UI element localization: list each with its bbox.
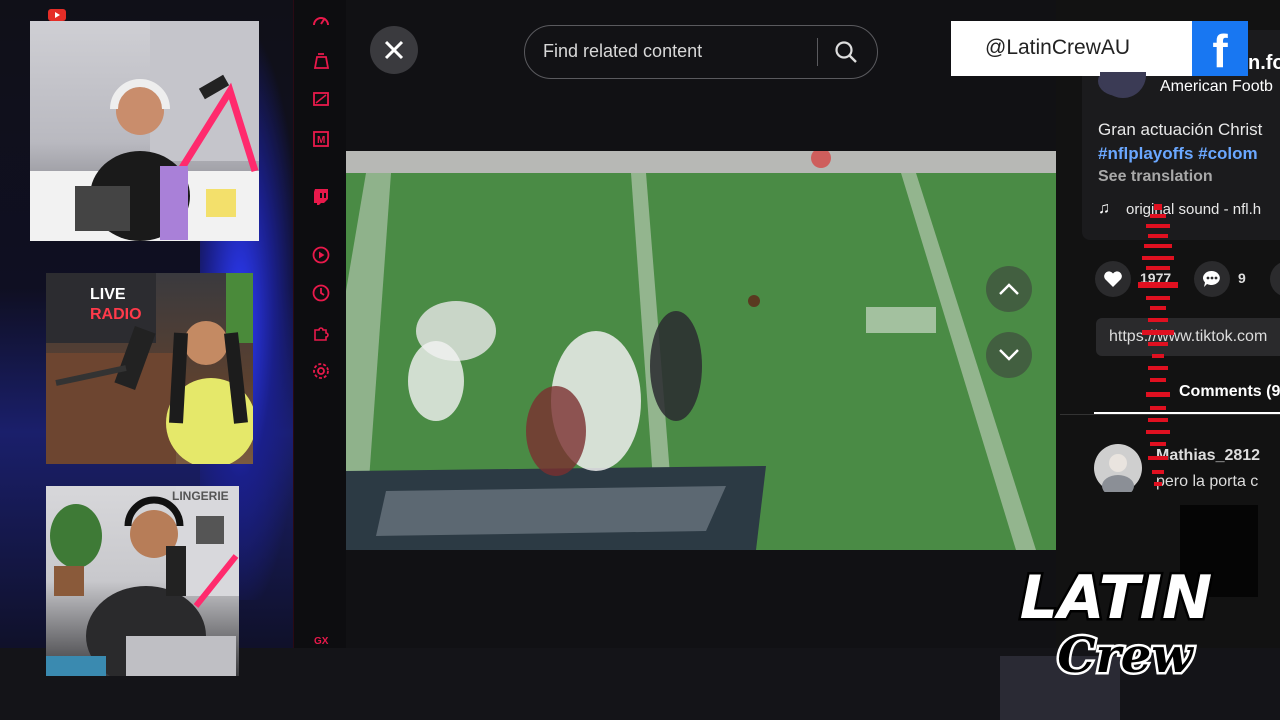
post-category: American Footb xyxy=(1160,78,1273,95)
twitch-icon[interactable] xyxy=(312,188,330,206)
post-hashtags[interactable]: #nflplayoffs #colom xyxy=(1098,144,1258,164)
see-translation-link[interactable]: See translation xyxy=(1098,168,1213,186)
close-button[interactable] xyxy=(370,26,418,74)
post-caption: Gran actuación Christ xyxy=(1098,120,1263,139)
svg-text:RADIO: RADIO xyxy=(90,306,142,323)
logo-line1: LATIN xyxy=(1020,563,1212,633)
webcam-feed-2: LIVE RADIO xyxy=(46,273,253,464)
search-divider xyxy=(817,38,818,66)
latin-crew-logo: LATIN Crew xyxy=(1017,561,1214,687)
search-icon[interactable] xyxy=(834,40,858,69)
facebook-handle-banner: @LatinCrewAU f xyxy=(951,21,1248,77)
webcam-feed-1 xyxy=(30,21,259,241)
youtube-logo xyxy=(48,8,108,22)
svg-text:LINGERIE: LINGERIE xyxy=(172,489,229,503)
settings-gear-icon[interactable] xyxy=(312,362,330,380)
browser-sidebar: M GX xyxy=(293,0,347,648)
logo-line2: Crew xyxy=(1057,628,1194,684)
active-tab-indicator xyxy=(1094,412,1280,414)
next-video-button[interactable] xyxy=(986,332,1032,378)
news-icon[interactable] xyxy=(312,90,330,108)
extensions-icon[interactable] xyxy=(312,324,330,342)
like-button[interactable] xyxy=(1095,261,1131,297)
heart-icon xyxy=(1104,271,1122,287)
comment-count: 9 xyxy=(1238,270,1246,286)
search-bar[interactable]: Find related content xyxy=(524,25,878,79)
player-icon[interactable] xyxy=(312,246,330,264)
facebook-icon: f xyxy=(1192,21,1248,77)
chevron-up-icon xyxy=(999,283,1019,295)
svg-text:LIVE: LIVE xyxy=(90,286,126,303)
comment-button[interactable] xyxy=(1194,261,1230,297)
gx-label: GX xyxy=(314,636,329,647)
music-note-icon: ♫ xyxy=(1098,200,1110,217)
previous-video-button[interactable] xyxy=(986,266,1032,312)
gx-corner-icon[interactable] xyxy=(312,52,330,70)
video-frame[interactable] xyxy=(346,151,1056,550)
history-icon[interactable] xyxy=(312,284,330,302)
avatar[interactable] xyxy=(1094,444,1142,497)
copy-link-box[interactable]: https://www.tiktok.com xyxy=(1096,318,1280,356)
messenger-icon[interactable]: M xyxy=(312,130,330,148)
speed-dial-icon[interactable] xyxy=(312,12,330,30)
facebook-handle: @LatinCrewAU xyxy=(985,36,1131,59)
search-input[interactable]: Find related content xyxy=(543,41,702,62)
football-field-image xyxy=(346,151,1056,550)
post-link[interactable]: https://www.tiktok.com xyxy=(1109,328,1267,346)
tab-comments[interactable]: Comments (9 xyxy=(1179,383,1280,401)
svg-text:M: M xyxy=(317,135,325,146)
audio-visualizer xyxy=(1138,204,1178,486)
comment-icon xyxy=(1202,270,1220,287)
post-author[interactable]: n.fo xyxy=(1248,52,1280,75)
webcam-feed-3: LINGERIE xyxy=(46,486,239,676)
close-icon xyxy=(384,40,404,60)
chevron-down-icon xyxy=(999,349,1019,361)
